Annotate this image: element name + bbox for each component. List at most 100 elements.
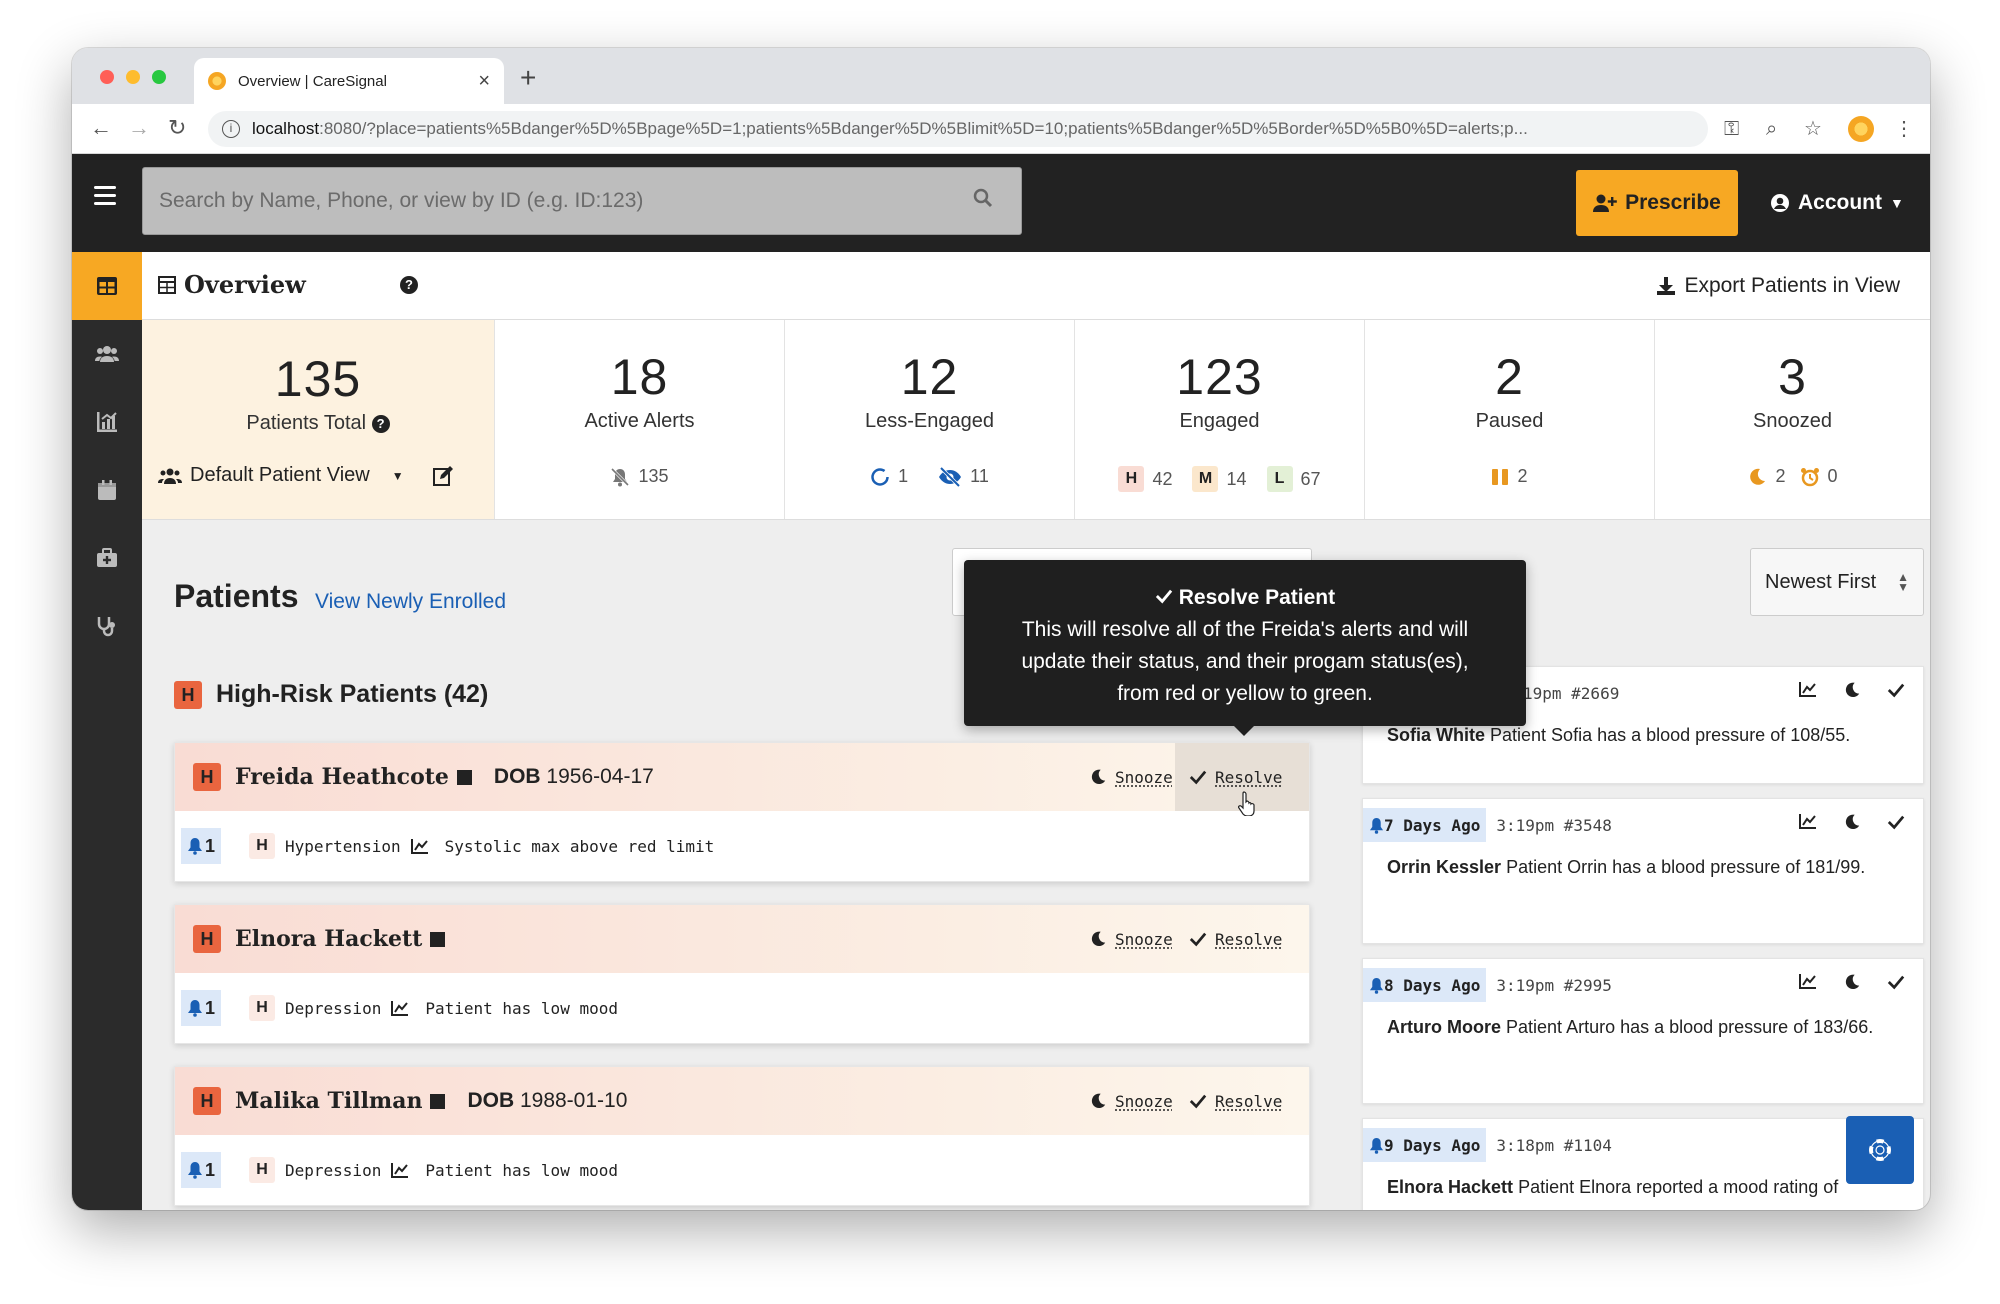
bell-icon [1369, 1137, 1384, 1154]
page-title: Overview [158, 270, 306, 299]
stat-less-engaged[interactable]: 12 Less-Engaged 1 11 [784, 320, 1074, 519]
patient-view-select[interactable]: Default Patient View ▼ [158, 464, 454, 487]
bell-slash-icon [611, 467, 630, 486]
browser-window: Overview | CareSignal × + ← → ↻ i localh… [72, 48, 1930, 1210]
stat-engaged[interactable]: 123 Engaged H 42 M 14 L 67 [1074, 320, 1364, 519]
alert-actions [1799, 813, 1905, 831]
patient-card[interactable]: H Malika Tillman DOB 1988-01-10 Snooze R… [174, 1066, 1310, 1206]
stat-label: Active Alerts [584, 410, 695, 432]
resolve-label: Resolve [1215, 767, 1283, 787]
check-icon [1155, 589, 1173, 604]
url-field[interactable]: i localhost:8080/?place=patients%5Bdange… [208, 111, 1708, 147]
patient-card[interactable]: H Elnora Hackett Snooze Resolve 1 H Depr… [174, 904, 1310, 1044]
alert-text: Patient Arturo has a blood pressure of 1… [1506, 1017, 1874, 1037]
patient-name[interactable]: Elnora Hackett [235, 926, 422, 952]
overview-bar: Overview ? Export Patients in View [142, 252, 1930, 320]
eye-slash-icon [939, 466, 962, 487]
moon-icon[interactable] [1843, 681, 1861, 699]
sidebar-item-programs[interactable] [72, 524, 142, 592]
sidebar-item-care[interactable] [72, 592, 142, 660]
patient-name[interactable]: Malika Tillman [235, 1088, 422, 1114]
snooze-button[interactable]: Snooze [1089, 743, 1173, 811]
tab-strip: Overview | CareSignal × + [72, 48, 1930, 104]
forward-arrow-icon[interactable]: → [128, 116, 150, 140]
circle-notch-icon [871, 467, 889, 486]
site-info-icon[interactable]: i [222, 120, 240, 138]
sidebar-item-calendar[interactable] [72, 456, 142, 524]
maximize-window-button[interactable] [152, 70, 166, 84]
stat-patients-total[interactable]: 135 Patients Total ? Default Patient Vie… [142, 320, 494, 519]
close-tab-icon[interactable]: × [478, 70, 490, 93]
resolve-tooltip: Resolve Patient This will resolve all of… [964, 560, 1526, 736]
chart-line-icon[interactable] [410, 838, 429, 854]
search-icon[interactable] [973, 188, 993, 214]
minimize-window-button[interactable] [126, 70, 140, 84]
alert-actions [1799, 681, 1905, 699]
chart-line-icon[interactable] [391, 1162, 409, 1178]
alert-item[interactable]: 9 Days Ago 3:18pm #1104 Elnora Hackett P… [1362, 1118, 1924, 1210]
risk-badge-low: L [1266, 466, 1293, 492]
external-link-icon[interactable] [430, 1093, 446, 1109]
external-link-icon[interactable] [430, 931, 446, 947]
chart-line-icon[interactable] [1799, 813, 1817, 829]
browser-menu-icon[interactable]: ⋮ [1894, 117, 1914, 141]
sidebar-item-patients[interactable] [72, 320, 142, 388]
risk-badge-high: H [193, 1087, 221, 1115]
prescribe-button[interactable]: Prescribe [1576, 170, 1738, 236]
snooze-label: Snooze [1115, 1091, 1173, 1111]
help-icon[interactable]: ? [371, 414, 390, 433]
stat-sub-value: 2 [1775, 466, 1786, 486]
address-bar: ← → ↻ i localhost:8080/?place=patients%5… [72, 104, 1930, 154]
snooze-button[interactable]: Snooze [1089, 1067, 1173, 1135]
account-menu-button[interactable]: Account ▼ [1770, 170, 1904, 236]
bookmark-star-icon[interactable]: ☆ [1804, 117, 1822, 141]
sidebar-item-reports[interactable] [72, 388, 142, 456]
chart-line-icon[interactable] [1799, 973, 1817, 989]
alert-patient-name[interactable]: Arturo Moore [1387, 1017, 1501, 1037]
external-link-icon[interactable] [456, 769, 472, 785]
snooze-button[interactable]: Snooze [1089, 905, 1173, 973]
close-window-button[interactable] [100, 70, 114, 84]
tooltip-title: Resolve Patient [964, 582, 1526, 614]
reload-icon[interactable]: ↻ [168, 116, 186, 140]
back-arrow-icon[interactable]: ← [90, 116, 112, 140]
view-newly-enrolled-link[interactable]: View Newly Enrolled [315, 590, 506, 614]
chart-line-icon[interactable] [1799, 681, 1817, 697]
sort-select[interactable]: Newest First ▲ ▼ [1750, 548, 1924, 616]
zoom-icon[interactable]: ⌕ [1766, 117, 1777, 141]
moon-icon[interactable] [1843, 973, 1861, 991]
resolve-button[interactable]: Resolve [1175, 1067, 1309, 1135]
patient-name[interactable]: Freida Heathcote [235, 764, 449, 790]
check-icon[interactable] [1887, 681, 1905, 699]
extension-icon[interactable] [1848, 116, 1874, 142]
hamburger-menu-icon[interactable] [94, 186, 116, 210]
tooltip-line: update their status, and their progam st… [1021, 650, 1469, 673]
moon-icon[interactable] [1843, 813, 1861, 831]
alert-patient-name[interactable]: Elnora Hackett [1387, 1177, 1513, 1197]
alert-patient-name[interactable]: Sofia White [1387, 725, 1485, 745]
stat-snoozed[interactable]: 3 Snoozed 2 0 [1654, 320, 1930, 519]
patient-card[interactable]: H Freida Heathcote DOB 1956-04-17 Snooze… [174, 742, 1310, 882]
edit-icon[interactable] [432, 465, 454, 487]
support-button[interactable] [1846, 1116, 1914, 1184]
alert-patient-name[interactable]: Orrin Kessler [1387, 857, 1501, 877]
stat-paused[interactable]: 2 Paused 2 [1364, 320, 1654, 519]
chart-line-icon[interactable] [391, 1000, 409, 1016]
resolve-button[interactable]: Resolve [1175, 905, 1309, 973]
key-icon[interactable]: ⚿ [1724, 117, 1739, 141]
life-ring-icon [1869, 1139, 1891, 1161]
stat-active-alerts[interactable]: 18 Active Alerts 135 [494, 320, 784, 519]
new-tab-icon[interactable]: + [520, 58, 536, 98]
browser-tab[interactable]: Overview | CareSignal × [194, 58, 504, 104]
check-icon[interactable] [1887, 973, 1905, 991]
url-path: :8080/?place=patients%5Bdanger%5D%5Bpage… [319, 119, 1528, 138]
help-icon[interactable]: ? [400, 276, 418, 294]
alert-text: Patient Sofia has a blood pressure of 10… [1490, 725, 1851, 745]
alert-item[interactable]: 8 Days Ago 3:19pm #2995 Arturo Moore Pat… [1362, 958, 1924, 1104]
patient-search-input[interactable]: Search by Name, Phone, or view by ID (e.… [142, 167, 1022, 235]
stat-sub: 1 11 [785, 466, 1074, 487]
check-icon[interactable] [1887, 813, 1905, 831]
sidebar-item-overview[interactable] [72, 252, 142, 320]
alert-item[interactable]: 7 Days Ago 3:19pm #3548 Orrin Kessler Pa… [1362, 798, 1924, 944]
export-patients-button[interactable]: Export Patients in View [1656, 274, 1900, 298]
